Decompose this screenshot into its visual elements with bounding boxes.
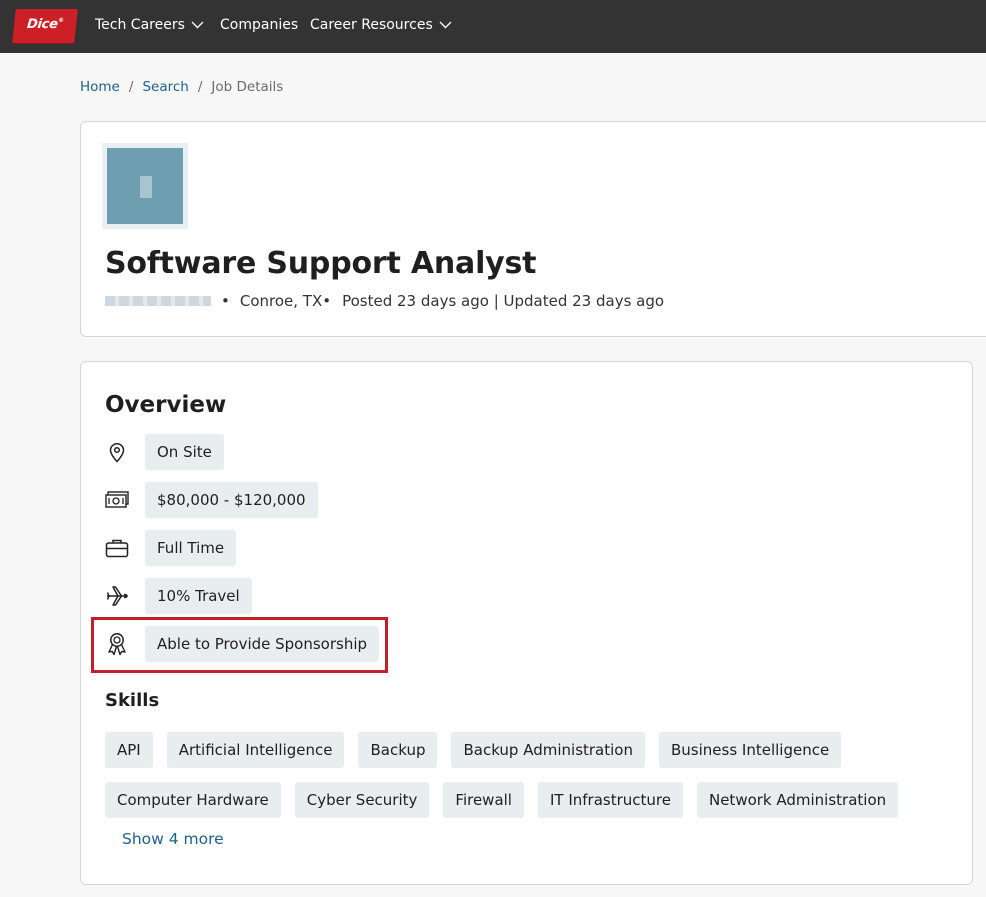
highlight-box [91,617,388,673]
company-logo[interactable] [102,143,188,229]
job-header-card: Software Support Analyst • Conroe, TX • … [80,121,986,337]
nav-companies[interactable]: Companies [220,17,298,33]
overview-employment-type: Full Time [105,530,237,566]
skills-title: Skills [105,690,160,711]
dice-logo[interactable]: Dice® [12,9,78,43]
company-name-redacted[interactable] [105,296,211,306]
breadcrumb-separator: / [197,79,203,95]
skill-chip: Firewall [443,782,524,818]
skill-chip: Backup Administration [451,732,645,768]
company-logo-image [107,148,183,224]
overview-salary: $80,000 - $120,000 [105,482,318,518]
skills-list: API Artificial Intelligence Backup Backu… [105,732,925,818]
skill-chip: Computer Hardware [105,782,281,818]
logo-text-wrap: Dice® [13,17,77,32]
breadcrumb-home[interactable]: Home [80,79,120,95]
show-more-skills-link[interactable]: Show 4 more [122,830,224,848]
money-icon [105,488,129,512]
breadcrumb-search[interactable]: Search [142,79,188,95]
job-meta: • Conroe, TX • Posted 23 days ago | Upda… [105,292,664,310]
breadcrumb-separator: / [128,79,134,95]
nav-career-resources[interactable]: Career Resources [310,17,452,33]
bullet-separator: • [221,292,230,310]
skill-chip: Business Intelligence [658,732,842,768]
overview-workplace: On Site [105,434,224,470]
location-pin-icon [105,440,129,464]
skill-chip: Cyber Security [294,782,430,818]
chevron-down-icon [439,21,452,29]
skill-chip: Artificial Intelligence [166,732,345,768]
skill-chip: IT Infrastructure [537,782,683,818]
employment-type-chip: Full Time [145,530,237,566]
nav-companies-label: Companies [220,17,299,33]
overview-title: Overview [105,392,227,418]
logo-text: Dice [26,17,59,32]
breadcrumb-current: Job Details [211,79,284,95]
breadcrumb: Home / Search / Job Details [80,79,283,95]
bullet-separator: • [322,292,332,310]
nav-career-resources-label: Career Resources [310,17,433,33]
skill-chip: Backup [358,732,438,768]
chevron-down-icon [191,21,204,29]
logo-registered-mark: ® [57,17,65,24]
nav-tech-careers-label: Tech Careers [95,17,185,33]
skill-chip: Network Administration [696,782,899,818]
nav-tech-careers[interactable]: Tech Careers [95,17,204,33]
job-posted-updated: Posted 23 days ago | Updated 23 days ago [342,292,665,310]
briefcase-icon [105,536,129,560]
top-navigation: Dice® Tech Careers Companies Career Reso… [0,0,986,53]
salary-chip: $80,000 - $120,000 [145,482,318,518]
overview-travel: 10% Travel [105,578,252,614]
overview-card: Overview On Site $80,000 - $120,000 Full… [80,361,973,885]
company-logo-mark [140,176,152,198]
skill-chip: API [105,732,153,768]
workplace-chip: On Site [145,434,224,470]
airplane-icon [105,584,129,608]
travel-chip: 10% Travel [145,578,252,614]
job-title: Software Support Analyst [105,246,537,281]
job-location: Conroe, TX [239,292,323,310]
